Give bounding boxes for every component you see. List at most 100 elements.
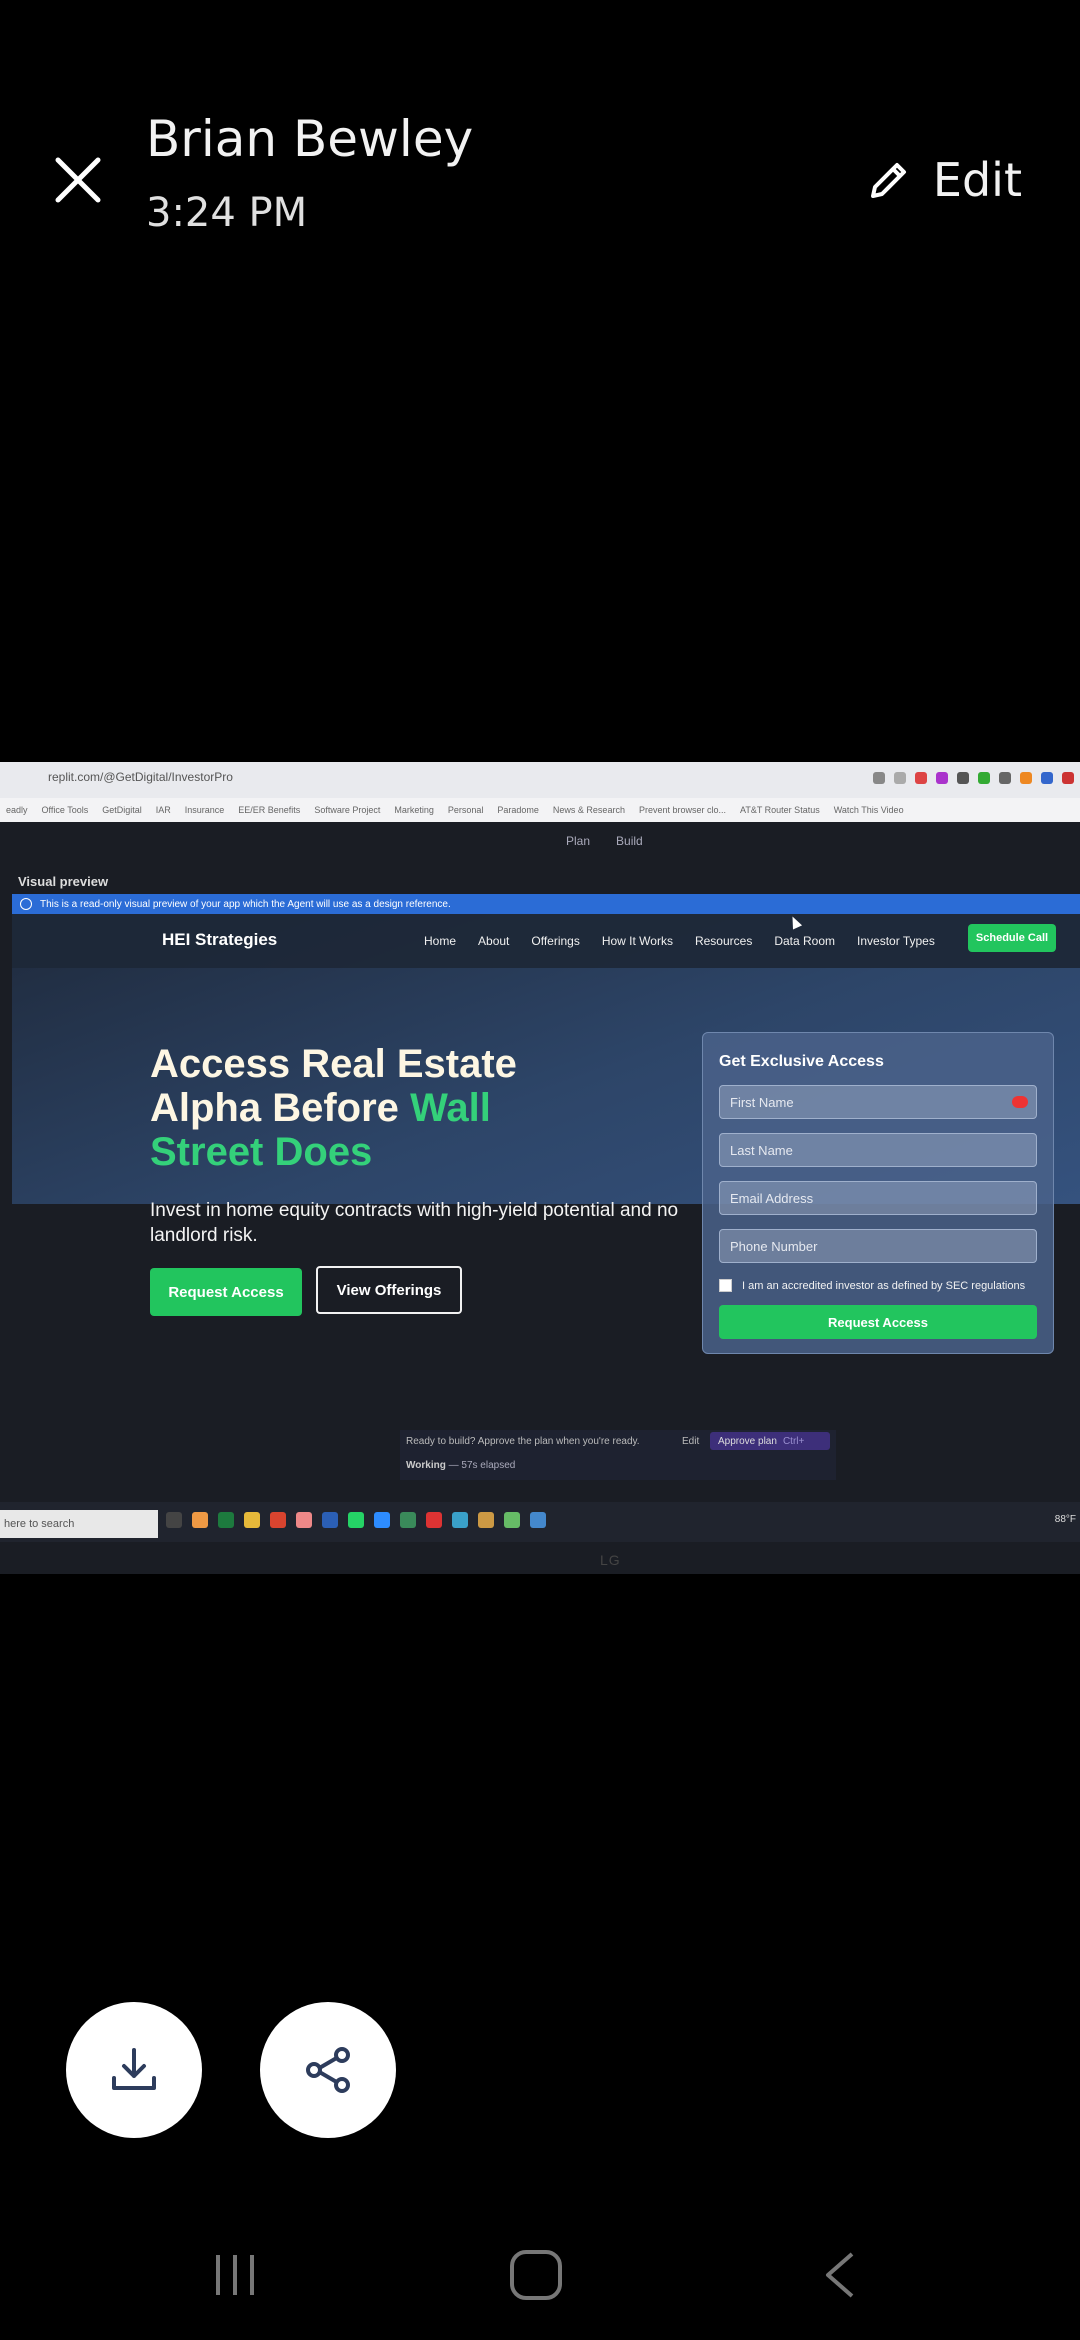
plan-build-tabs: Plan Build — [566, 834, 643, 848]
last-name-field[interactable]: Last Name — [719, 1133, 1037, 1167]
extension-icon — [894, 772, 906, 784]
recents-icon — [216, 2255, 254, 2295]
extension-icon — [936, 772, 948, 784]
pencil-icon — [870, 163, 906, 198]
site-navbar: HEI Strategies Home About Offerings How … — [12, 914, 1080, 968]
accredited-label: I am an accredited investor as defined b… — [742, 1279, 1026, 1292]
bookmarks-bar: eadly Office Tools GetDigital IAR Insura… — [0, 798, 1080, 822]
app-icon[interactable] — [166, 1512, 182, 1528]
info-icon — [20, 898, 32, 910]
nav-link-offerings[interactable]: Offerings — [531, 934, 579, 948]
bookmark-item[interactable]: News & Research — [553, 805, 625, 815]
nav-link-resources[interactable]: Resources — [695, 934, 752, 948]
bookmark-item[interactable]: Prevent browser clo... — [639, 805, 726, 815]
edit-button[interactable]: Edit — [867, 150, 1022, 210]
tab-plan[interactable]: Plan — [566, 834, 590, 848]
whatsapp-icon[interactable] — [348, 1512, 364, 1528]
close-icon — [55, 157, 101, 203]
approve-prompt: Ready to build? Approve the plan when yo… — [406, 1436, 640, 1447]
site-nav-links: Home About Offerings How It Works Resour… — [424, 934, 935, 948]
taskbar-search[interactable]: here to search — [0, 1510, 158, 1538]
home-icon — [510, 2250, 562, 2300]
bookmark-item[interactable]: IAR — [156, 805, 171, 815]
recents-button[interactable] — [210, 2250, 260, 2305]
nav-link-home[interactable]: Home — [424, 934, 456, 948]
bookmark-item[interactable]: Watch This Video — [834, 805, 904, 815]
weather-readout: 88°F — [1054, 1514, 1076, 1525]
accredited-checkbox-row: I am an accredited investor as defined b… — [719, 1279, 1025, 1292]
hero-title-accent: Wall — [410, 1086, 491, 1130]
app-icon[interactable] — [296, 1512, 312, 1528]
word-icon[interactable] — [322, 1512, 338, 1528]
chrome-icon[interactable] — [270, 1512, 286, 1528]
schedule-call-button[interactable]: Schedule Call — [968, 924, 1056, 952]
chrome-icon[interactable] — [478, 1512, 494, 1528]
phone-placeholder: Phone Number — [730, 1238, 818, 1254]
plan-edit-button[interactable]: Edit — [682, 1436, 699, 1447]
form-submit-button[interactable]: Request Access — [719, 1305, 1037, 1339]
tab-build[interactable]: Build — [616, 834, 643, 848]
extension-icon — [978, 772, 990, 784]
bookmark-item[interactable]: Insurance — [185, 805, 225, 815]
panel-title: Visual preview — [18, 874, 109, 889]
request-access-button[interactable]: Request Access — [150, 1268, 302, 1316]
password-manager-icon[interactable] — [1012, 1096, 1028, 1108]
acrobat-icon[interactable] — [426, 1512, 442, 1528]
site-brand[interactable]: HEI Strategies — [162, 930, 277, 950]
share-icon — [306, 2047, 350, 2093]
nav-link-investor-types[interactable]: Investor Types — [857, 934, 935, 948]
address-bar[interactable]: replit.com/@GetDigital/InvestorPro — [48, 770, 233, 784]
bookmark-item[interactable]: Office Tools — [42, 805, 89, 815]
app-icon[interactable] — [218, 1512, 234, 1528]
home-button[interactable] — [508, 2248, 564, 2307]
first-name-field[interactable]: First Name — [719, 1085, 1037, 1119]
last-name-placeholder: Last Name — [730, 1142, 793, 1158]
working-label: Working — [406, 1460, 446, 1471]
bookmark-item[interactable]: eadly — [6, 805, 28, 815]
message-time: 3:24 PM — [146, 190, 308, 236]
working-status: Working — 57s elapsed — [406, 1460, 515, 1471]
bookmark-item[interactable]: Paradome — [497, 805, 539, 815]
extension-icon — [1041, 772, 1053, 784]
email-field[interactable]: Email Address — [719, 1181, 1037, 1215]
app-icon[interactable] — [192, 1512, 208, 1528]
bookmark-item[interactable]: Software Project — [314, 805, 380, 815]
close-button[interactable] — [48, 150, 108, 210]
extension-icon — [915, 772, 927, 784]
bookmark-item[interactable]: AT&T Router Status — [740, 805, 820, 815]
share-button[interactable] — [260, 2002, 396, 2138]
accredited-checkbox[interactable] — [719, 1279, 732, 1292]
nav-link-about[interactable]: About — [478, 934, 509, 948]
info-banner: This is a read-only visual preview of yo… — [12, 894, 1080, 914]
first-name-placeholder: First Name — [730, 1094, 794, 1110]
view-offerings-button[interactable]: View Offerings — [316, 1266, 462, 1314]
hero-title: Access Real Estate Alpha Before Wall Str… — [150, 1042, 590, 1174]
nav-link-how-it-works[interactable]: How It Works — [602, 934, 673, 948]
monitor-logo: LG — [600, 1552, 621, 1568]
nav-link-data-room[interactable]: Data Room — [774, 934, 835, 948]
app-icon[interactable] — [504, 1512, 520, 1528]
app-icon[interactable] — [452, 1512, 468, 1528]
bookmark-item[interactable]: Personal — [448, 805, 484, 815]
back-icon — [826, 2252, 854, 2298]
access-form: Get Exclusive Access First Name Last Nam… — [702, 1032, 1054, 1354]
info-text: This is a read-only visual preview of yo… — [40, 898, 451, 910]
zoom-icon[interactable] — [374, 1512, 390, 1528]
phone-field[interactable]: Phone Number — [719, 1229, 1037, 1263]
extension-icon — [1062, 772, 1074, 784]
approve-plan-button[interactable]: Approve plan Ctrl+ — [710, 1432, 830, 1450]
bookmark-item[interactable]: Marketing — [394, 805, 434, 815]
bookmark-item[interactable]: GetDigital — [102, 805, 142, 815]
sender-name: Brian Bewley — [146, 110, 474, 168]
bookmark-item[interactable]: EE/ER Benefits — [238, 805, 300, 815]
photo-image[interactable]: replit.com/@GetDigital/InvestorPro eadly… — [0, 762, 1080, 1574]
approve-label: Approve plan — [718, 1435, 777, 1447]
working-elapsed: — 57s elapsed — [448, 1460, 516, 1471]
app-icon[interactable] — [244, 1512, 260, 1528]
download-button[interactable] — [66, 2002, 202, 2138]
app-icon[interactable] — [400, 1512, 416, 1528]
taskbar-icons — [166, 1512, 546, 1528]
app-icon[interactable] — [530, 1512, 546, 1528]
approve-shortcut: Ctrl+ — [782, 1435, 805, 1447]
back-button[interactable] — [820, 2250, 860, 2305]
